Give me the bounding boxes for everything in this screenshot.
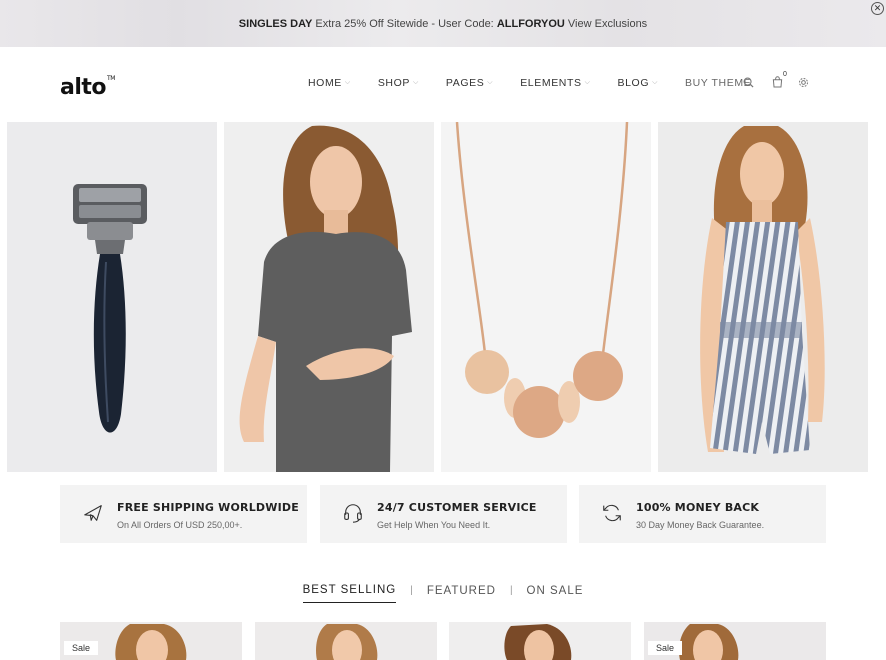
hero-tile-razor[interactable] [7, 122, 217, 472]
cart-icon[interactable] [772, 76, 783, 88]
promo-code: ALLFORYOU [496, 17, 565, 30]
tab-best-selling[interactable]: BEST SELLING [302, 584, 397, 603]
nav-home-label: HOME [308, 77, 342, 89]
nav-elements[interactable]: ELEMENTS ⌵ [520, 77, 590, 89]
product-image [316, 624, 378, 660]
product-card[interactable]: Sale [60, 622, 242, 660]
product-tabs: BEST SELLING | FEATURED | ON SALE [0, 584, 886, 603]
promo-bar: SINGLES DAY Extra 25% Off Sitewide - Use… [0, 0, 886, 47]
razor-image [73, 184, 147, 433]
chevron-down-icon: ⌵ [344, 79, 351, 86]
tab-on-sale[interactable]: ON SALE [527, 585, 584, 603]
buy-theme-link[interactable]: BUY THEME [685, 77, 751, 89]
promo-event: SINGLES DAY [238, 17, 313, 30]
nav-elements-label: ELEMENTS [520, 77, 582, 89]
nav-blog-label: BLOG [617, 77, 650, 89]
chevron-down-icon: ⌵ [652, 79, 658, 86]
close-icon[interactable]: ✕ [871, 2, 884, 15]
nav-pages[interactable]: PAGES ⌵ [446, 77, 493, 89]
refresh-icon [603, 504, 621, 522]
nav-pages-label: PAGES [445, 77, 485, 89]
chevron-down-icon: ⌵ [487, 79, 494, 86]
feature-title: 24/7 CUSTOMER SERVICE [377, 501, 537, 514]
chevron-down-icon: ⌵ [584, 79, 591, 86]
nav-home[interactable]: HOME ⌵ [308, 77, 351, 89]
model-striped-romper-image [700, 126, 825, 454]
brand-name: alto [60, 75, 107, 100]
product-image [504, 624, 572, 660]
product-card[interactable] [449, 622, 631, 660]
model-grey-dress-image [239, 125, 412, 472]
site-header: altoTM HOME ⌵ SHOP ⌵ PAGES ⌵ ELEMENTS ⌵ … [0, 47, 886, 122]
settings-icon[interactable] [798, 77, 809, 88]
product-card[interactable]: Sale [644, 622, 826, 660]
feature-subtitle: Get Help When You Need It. [377, 520, 491, 530]
chevron-down-icon: ⌵ [412, 79, 419, 86]
wooden-bead-necklace-image [455, 122, 629, 438]
feature-subtitle: On All Orders Of USD 250,00+. [117, 520, 243, 530]
sale-badge: Sale [64, 641, 99, 655]
feature-title: FREE SHIPPING WORLDWIDE [117, 501, 299, 514]
tab-featured[interactable]: FEATURED [427, 585, 496, 603]
nav-blog[interactable]: BLOG ⌵ [618, 77, 658, 89]
headset-icon [344, 504, 362, 523]
product-card[interactable] [255, 622, 437, 660]
nav-shop[interactable]: SHOP ⌵ [378, 77, 419, 89]
view-exclusions-link[interactable]: View Exclusions [568, 18, 647, 30]
promo-text: Extra 25% Off Sitewide - User Code: [315, 17, 494, 30]
airplane-icon [84, 505, 102, 521]
feature-customer-service: 24/7 CUSTOMER SERVICE Get Help When You … [320, 485, 567, 543]
feature-title: 100% MONEY BACK [636, 501, 760, 514]
nav-shop-label: SHOP [377, 77, 410, 89]
hero-tile-model-grey-dress[interactable] [224, 122, 434, 472]
feature-subtitle: 30 Day Money Back Guarantee. [636, 520, 765, 530]
feature-free-shipping: FREE SHIPPING WORLDWIDE On All Orders Of… [60, 485, 307, 543]
hero-tile-necklace[interactable] [441, 122, 651, 472]
feature-money-back: 100% MONEY BACK 30 Day Money Back Guaran… [579, 485, 826, 543]
brand-tm: TM [107, 74, 115, 82]
cart-count-badge: 0 [783, 71, 787, 78]
main-nav: HOME ⌵ SHOP ⌵ PAGES ⌵ ELEMENTS ⌵ BLOG ⌵ … [308, 77, 767, 89]
search-icon[interactable] [743, 77, 754, 88]
sale-badge: Sale [648, 641, 683, 655]
tab-separator: | [509, 585, 513, 596]
hero-tile-model-striped-romper[interactable] [658, 122, 868, 472]
brand-logo[interactable]: altoTM [60, 75, 115, 100]
tab-separator: | [410, 585, 413, 596]
